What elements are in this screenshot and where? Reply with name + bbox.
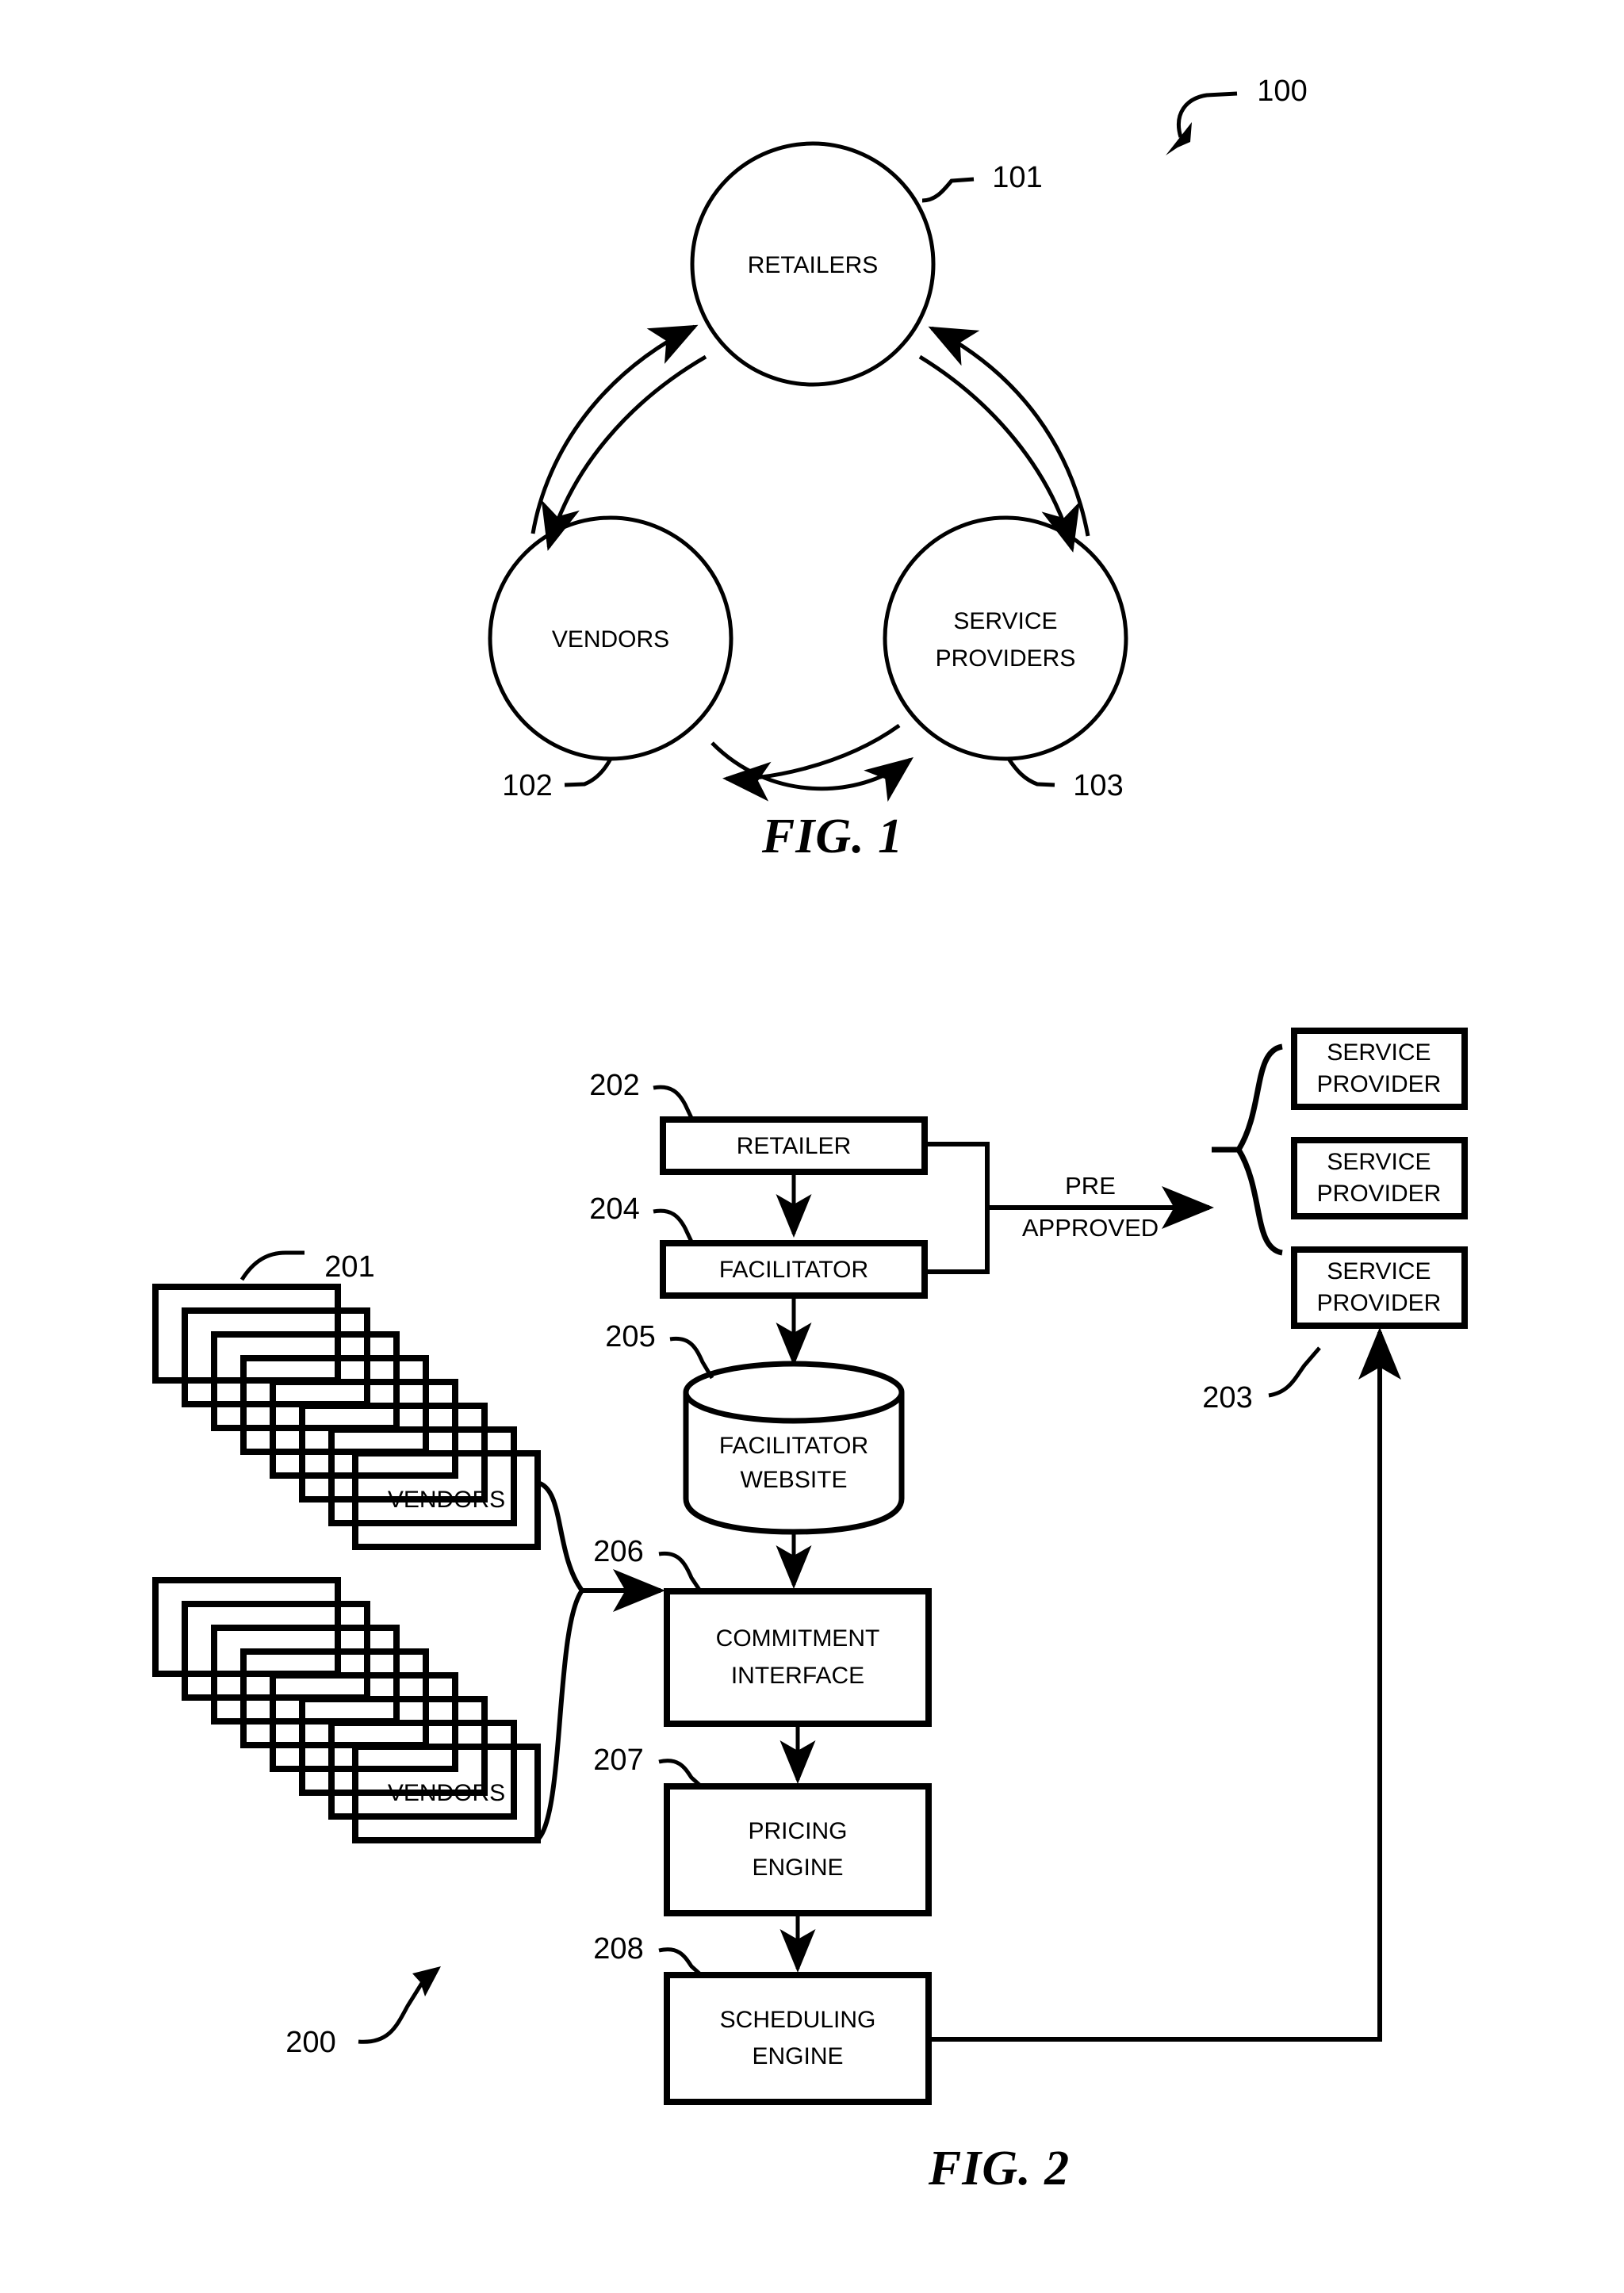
box-scheduling-engine-line1: SCHEDULING [720, 2007, 876, 2033]
box-commitment-interface-line1: COMMITMENT [716, 1625, 880, 1652]
reference-number-202: 202 [589, 1069, 639, 1102]
edge-label-pre: PRE [1065, 1172, 1116, 1200]
cylinder-label-line2: WEBSITE [740, 1467, 847, 1493]
box-facilitator-label: FACILITATOR [719, 1257, 868, 1283]
box-service-provider-1-line1: SERVICE [1327, 1039, 1431, 1066]
box-commitment-interface-line2: INTERFACE [731, 1663, 864, 1689]
reference-leader-206 [658, 1551, 702, 1591]
reference-number-203: 203 [1202, 1381, 1252, 1414]
reference-leader-207 [658, 1759, 701, 1786]
box-retailer-label: RETAILER [737, 1133, 851, 1159]
card-stack-vendors-2: VENDORS [152, 1577, 541, 1843]
patent-drawing-sheet: 100 RETAILERS 101 VENDORS 102 SERVICE PR… [0, 0, 1624, 2293]
reference-leader-203 [1268, 1346, 1321, 1398]
box-service-provider-1-line2: PROVIDER [1317, 1071, 1442, 1097]
box-scheduling-engine-line2: ENGINE [752, 2043, 843, 2069]
box-service-provider-3-line1: SERVICE [1327, 1258, 1431, 1284]
reference-leader-205 [669, 1336, 714, 1380]
box-service-provider-2-line2: PROVIDER [1317, 1181, 1442, 1207]
brace-service-providers [1235, 1043, 1283, 1256]
figure-2-caption: FIG. 2 [928, 2142, 1071, 2195]
reference-number-207: 207 [593, 1744, 643, 1777]
reference-number-200: 200 [285, 2026, 335, 2059]
edge-label-approved: APPROVED [1022, 1214, 1159, 1242]
reference-leader-200 [358, 1966, 441, 2044]
card-stack-vendors-1: VENDORS [152, 1284, 541, 1550]
reference-number-208: 208 [593, 1932, 643, 1966]
reference-number-201: 201 [324, 1250, 374, 1284]
cylinder-label-line1: FACILITATOR [719, 1433, 868, 1459]
box-pricing-engine-line1: PRICING [748, 1818, 847, 1844]
reference-number-206: 206 [593, 1535, 643, 1568]
reference-leader-204 [653, 1208, 694, 1243]
box-scheduling-engine [664, 1972, 932, 2105]
reference-number-205: 205 [605, 1320, 655, 1353]
reference-leader-208 [658, 1947, 701, 1975]
box-service-provider-2-line1: SERVICE [1327, 1149, 1431, 1175]
edge-scheduling-to-service-provider [929, 1327, 1401, 2042]
stack1-label: VENDORS [388, 1487, 505, 1513]
reference-leader-201 [239, 1250, 304, 1281]
reference-leader-202 [653, 1085, 694, 1120]
stack2-label: VENDORS [388, 1780, 505, 1806]
box-pricing-engine-line2: ENGINE [752, 1855, 843, 1881]
box-service-provider-3-line2: PROVIDER [1317, 1290, 1442, 1316]
edge-preapproved-bus [925, 1142, 990, 1274]
figure-2-canvas: RETAILER 202 FACILITATOR 204 PRE APPROVE… [152, 1028, 1468, 2105]
box-pricing-engine [664, 1783, 932, 1916]
box-commitment-interface [664, 1588, 932, 1727]
reference-number-204: 204 [589, 1192, 639, 1226]
brace-vendor-stacks [535, 1480, 585, 1842]
